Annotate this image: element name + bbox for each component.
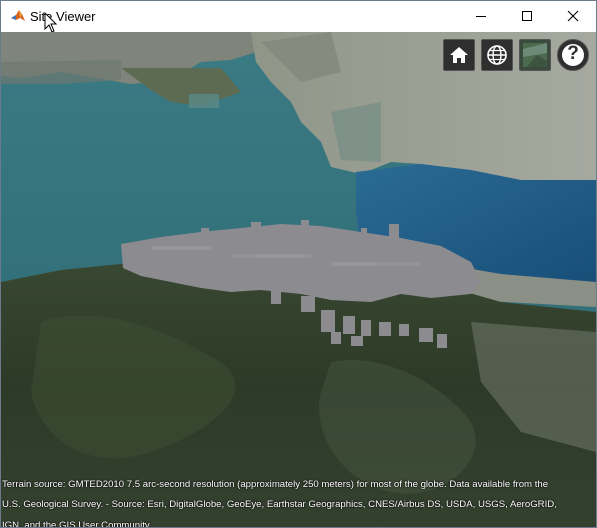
minimize-button[interactable]: [458, 1, 504, 32]
minimize-icon: [476, 16, 486, 17]
window-title: Site Viewer: [30, 9, 96, 24]
help-button[interactable]: ?: [557, 39, 589, 71]
maximize-button[interactable]: [504, 1, 550, 32]
basemap-picker-icon: [523, 43, 547, 67]
satellite-3d-scene: [1, 32, 596, 527]
close-icon: [567, 10, 579, 22]
matlab-icon: [11, 10, 25, 21]
home-button[interactable]: [443, 39, 475, 71]
globe-icon: [487, 45, 507, 65]
attribution-line: Terrain source: GMTED2010 7.5 arc-second…: [2, 479, 549, 490]
help-label: ?: [567, 43, 579, 64]
site-viewer-window: Site Viewer ? Terrain source: GMTED2010 …: [0, 0, 597, 528]
attribution-line: IGN, and the GIS User Community: [2, 519, 150, 527]
basemap-picker-button[interactable]: [519, 39, 551, 71]
maximize-icon: [522, 11, 532, 21]
attribution-line: U.S. Geological Survey. - Source: Esri, …: [2, 499, 557, 511]
close-button[interactable]: [550, 1, 596, 32]
map-attribution: Terrain source: GMTED2010 7.5 arc-second…: [2, 475, 592, 527]
globe-view-button[interactable]: [481, 39, 513, 71]
title-bar[interactable]: Site Viewer: [1, 1, 596, 33]
home-icon: [450, 47, 468, 63]
mouse-cursor-icon: [44, 12, 58, 33]
map-viewport[interactable]: ? Terrain source: GMTED2010 7.5 arc-seco…: [1, 32, 596, 527]
